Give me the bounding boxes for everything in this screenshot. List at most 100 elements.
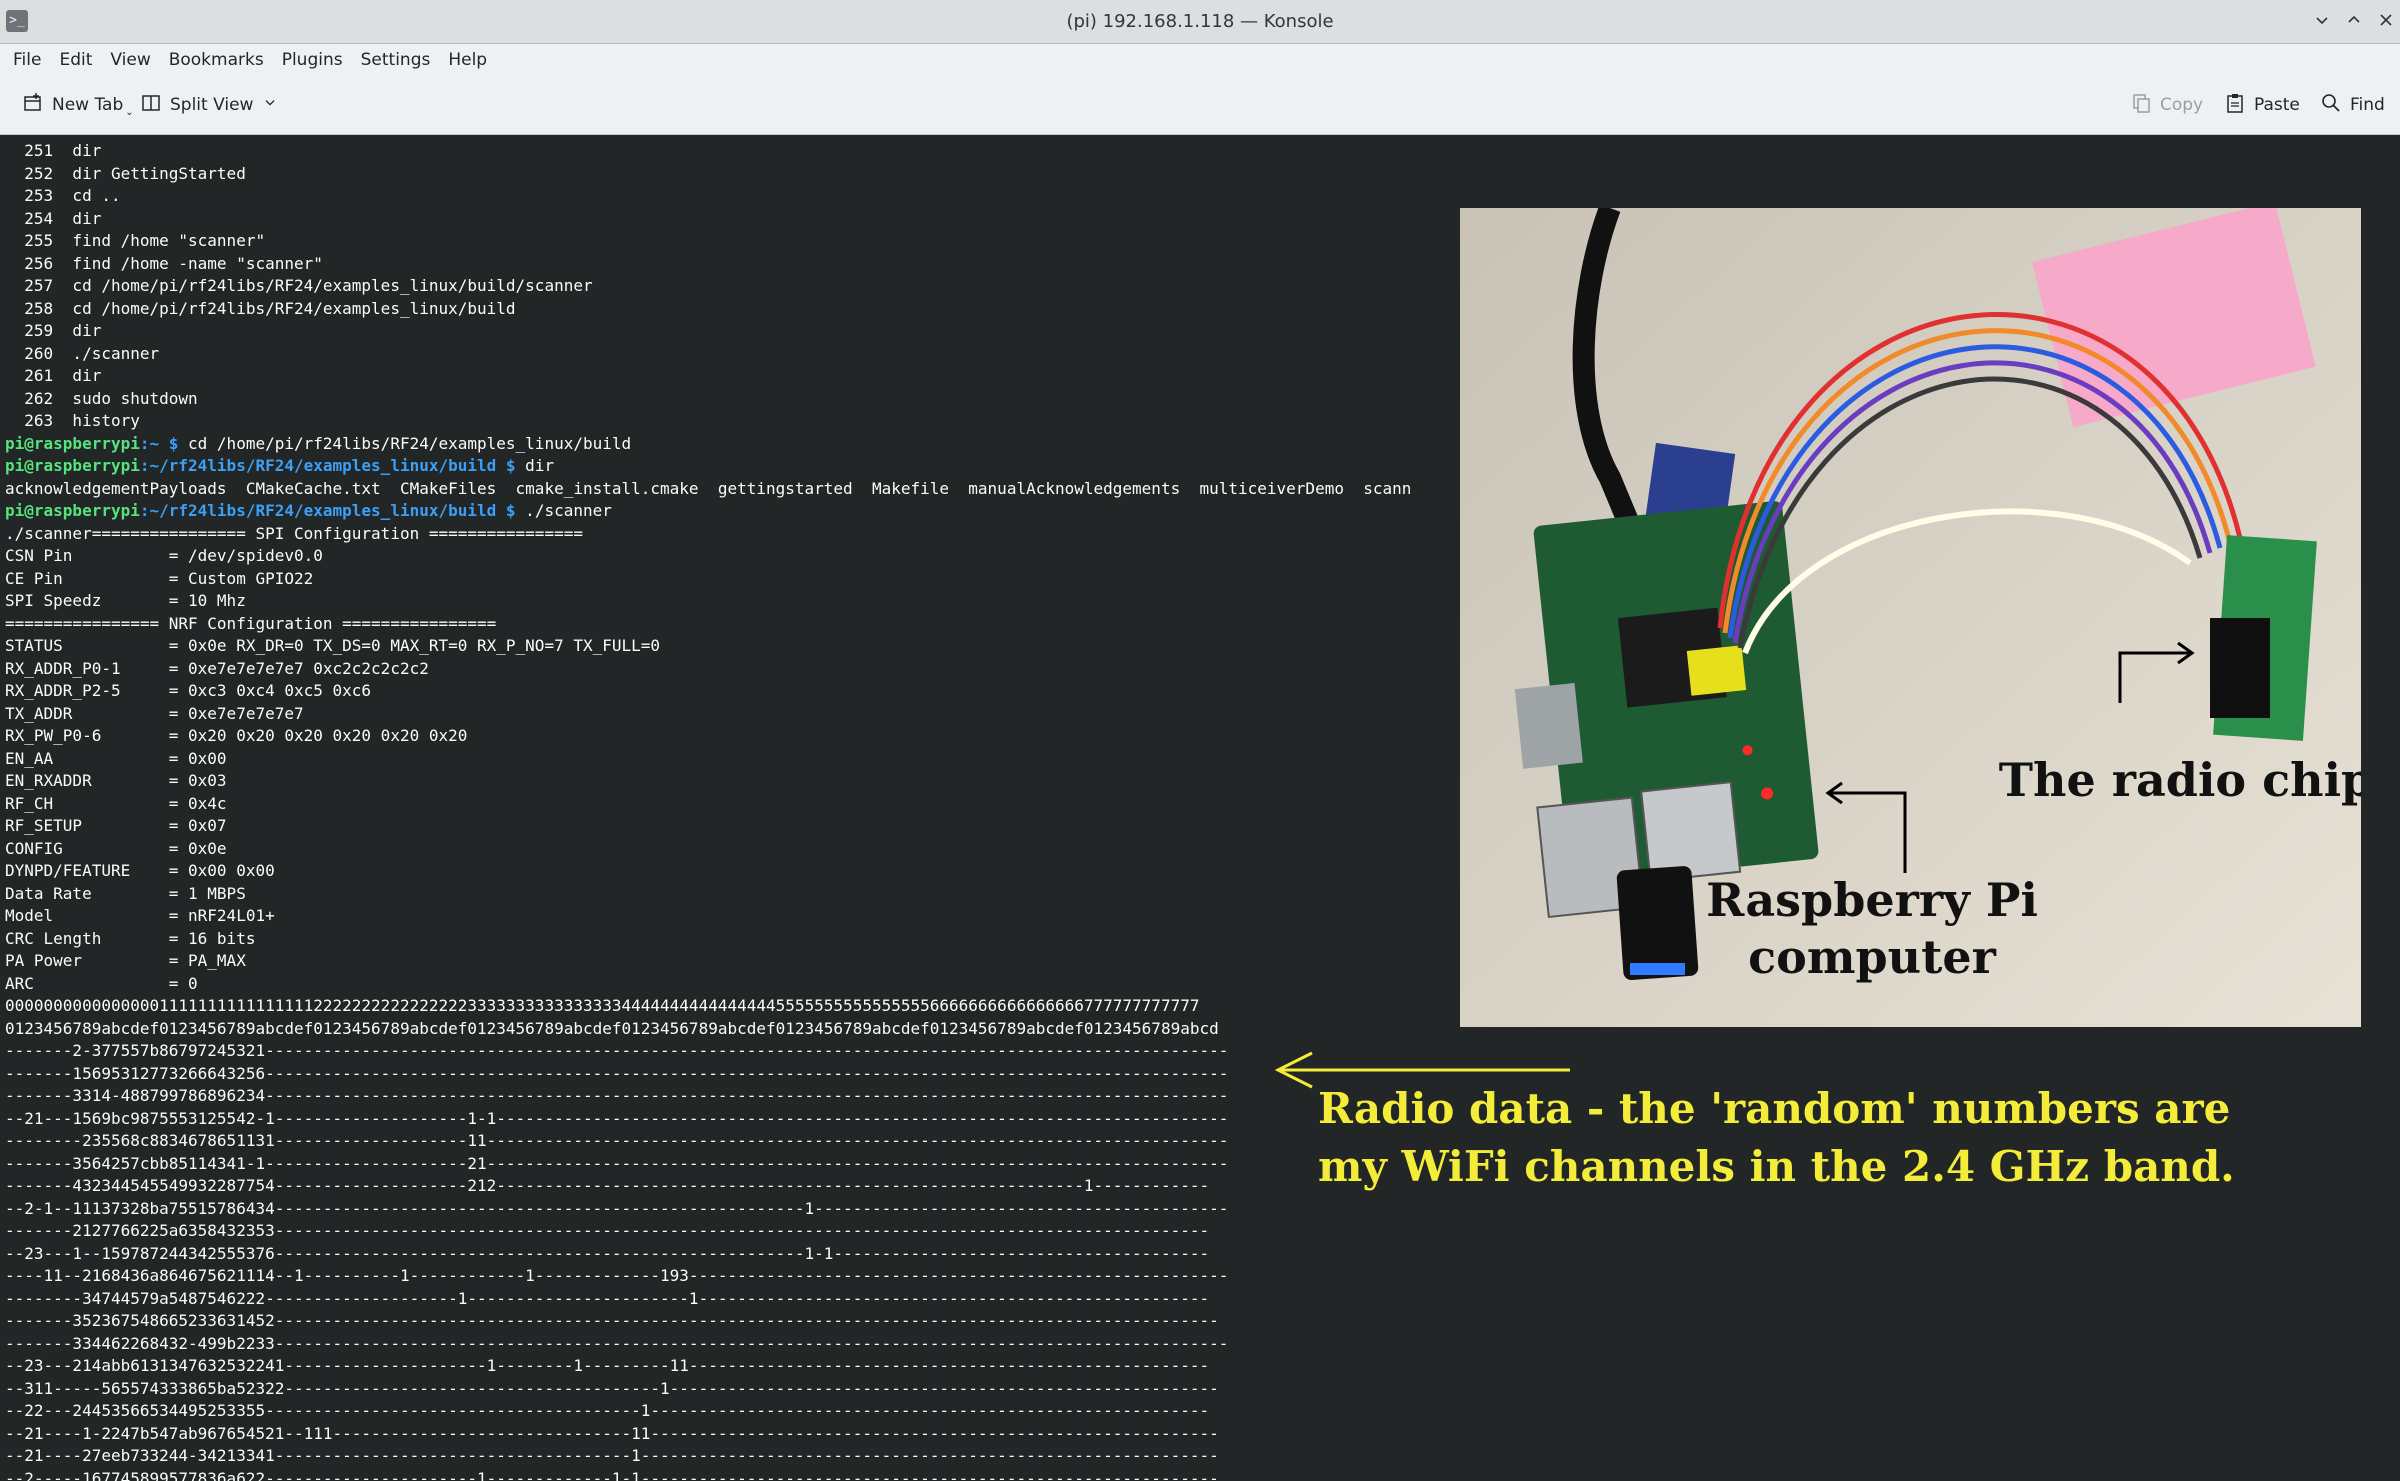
copy-label: Copy: [2160, 95, 2204, 115]
scan-output-line: --------235568c8834678651131------------…: [5, 1131, 1229, 1150]
toolbar: New Tab ⌄ Split View Copy Paste Find: [0, 76, 2400, 135]
config-line: TX_ADDR = 0xe7e7e7e7e7: [5, 703, 304, 723]
raspberry-pi-label-line2: computer: [1748, 930, 1996, 984]
terminal-prompt-line: pi@raspberrypi:~/rf24libs/RF24/examples_…: [5, 500, 1411, 523]
maximize-icon[interactable]: [2346, 12, 2362, 32]
prompt-user: pi@raspberrypi: [5, 501, 140, 520]
config-line: RX_ADDR_P2-5 = 0xc3 0xc4 0xc5 0xc6: [5, 681, 372, 700]
menu-settings[interactable]: Settings: [352, 44, 440, 76]
config-line: Data Rate = 1 MBPS: [5, 883, 246, 903]
config-line: RX_ADDR_P0-1 = 0xe7e7e7e7e7 0xc2c2c2c2c2: [5, 658, 429, 678]
prompt-user: pi@raspberrypi: [5, 456, 140, 475]
scan-output-line: 0123456789abcdef0123456789abcdef01234567…: [5, 1018, 1219, 1038]
history-line: 263 history: [5, 411, 140, 430]
copy-button[interactable]: Copy: [2130, 76, 2203, 134]
scan-output-line: --22---24453566534495253355-------------…: [5, 1401, 1210, 1420]
scan-output-line: --------34744579a5487546222-------------…: [5, 1288, 1210, 1308]
terminal-prompt-line: pi@raspberrypi:~ $ cd /home/pi/rf24libs/…: [5, 433, 1411, 456]
chevron-down-icon[interactable]: [261, 94, 279, 117]
copy-icon: [2130, 92, 2152, 119]
config-line: RX_PW_P0-6 = 0x20 0x20 0x20 0x20 0x20 0x…: [5, 726, 468, 745]
menu-bar: File Edit View Bookmarks Plugins Setting…: [0, 44, 2400, 76]
prompt-user: pi@raspberrypi: [5, 433, 140, 453]
history-line: 255 find /home "scanner": [5, 231, 266, 250]
history-line: 258 cd /home/pi/rf24libs/RF24/examples_l…: [5, 298, 516, 318]
prompt-path: :~ $: [139, 433, 179, 453]
history-line: 257 cd /home/pi/rf24libs/RF24/examples_l…: [5, 276, 593, 295]
scan-output-line: --21----27eeb733244-34213341------------…: [5, 1446, 1219, 1465]
config-line: EN_RXADDR = 0x03: [5, 771, 227, 790]
scan-output-line: ----11--2168436a864675621114--1---------…: [5, 1266, 1229, 1285]
prompt-command: cd /home/pi/rf24libs/RF24/examples_linux…: [178, 433, 632, 453]
prompt-command: ./scanner: [515, 501, 612, 520]
scan-output-line: -------3314-488799786896234-------------…: [5, 1086, 1229, 1105]
history-line: 253 cd ..: [5, 186, 121, 205]
config-line: CONFIG = 0x0e: [5, 838, 227, 858]
config-line: DYNPD/FEATURE = 0x00 0x00: [5, 861, 275, 880]
scan-output-line: -------432344545549932287754------------…: [5, 1176, 1210, 1195]
menu-file[interactable]: File: [4, 44, 50, 76]
history-line: 261 dir: [5, 366, 102, 385]
history-line: 256 find /home -name "scanner": [5, 253, 323, 273]
scan-output-line: --311-----565574333865ba52322-----------…: [5, 1378, 1219, 1398]
config-line: PA Power = PA_MAX: [5, 951, 246, 970]
scan-output-line: --21----1-2247b547ab967654521--111------…: [5, 1423, 1219, 1443]
window-controls: [2314, 0, 2394, 43]
history-line: 259 dir: [5, 321, 102, 340]
prompt-path: :~/rf24libs/RF24/examples_linux/build $: [139, 456, 516, 475]
radio-chip-label: The radio chip: [1998, 753, 2361, 807]
config-line: CE Pin = Custom GPIO22: [5, 568, 314, 588]
history-line: 260 ./scanner: [5, 343, 160, 363]
search-icon: [2320, 92, 2342, 119]
history-line: 251 dir: [5, 141, 102, 160]
config-line: CRC Length = 16 bits: [5, 928, 256, 948]
new-tab-label: New Tab: [52, 95, 124, 115]
scan-output-line: -------3564257cbb85114341-1-------------…: [5, 1153, 1229, 1173]
history-line: 262 sudo shutdown: [5, 388, 198, 408]
scan-output-line: -------334462268432-499b2233------------…: [5, 1333, 1229, 1353]
paste-icon: [2224, 92, 2246, 119]
close-icon[interactable]: [2378, 12, 2394, 32]
split-view-label: Split View: [170, 95, 254, 115]
find-label: Find: [2350, 95, 2385, 115]
config-line: STATUS = 0x0e RX_DR=0 TX_DS=0 MAX_RT=0 R…: [5, 636, 661, 655]
scan-output-line: -------2127766225a6358432353------------…: [5, 1221, 1210, 1240]
annotation-line2: my WiFi channels in the 2.4 GHz band.: [1318, 1142, 2235, 1191]
config-line: ./scanner================ SPI Configurat…: [5, 523, 583, 543]
terminal-prompt-line: pi@raspberrypi:~/rf24libs/RF24/examples_…: [5, 455, 1411, 478]
scan-output-line: --23---1--159787244342555376------------…: [5, 1243, 1210, 1263]
menu-edit[interactable]: Edit: [50, 44, 101, 76]
prompt-command: dir: [515, 456, 555, 475]
config-line: ================ NRF Configuration =====…: [5, 613, 497, 633]
minimize-icon[interactable]: [2314, 12, 2330, 32]
scan-output-line: --2-1--11137328ba75515786434------------…: [5, 1198, 1229, 1218]
new-tab-button[interactable]: New Tab ⌄: [22, 76, 134, 134]
menu-bookmarks[interactable]: Bookmarks: [160, 44, 273, 76]
prompt-path: :~/rf24libs/RF24/examples_linux/build $: [139, 501, 516, 520]
config-line: CSN Pin = /dev/spidev0.0: [5, 546, 323, 565]
scan-output-line: -------2-377557b86797245321-------------…: [5, 1041, 1229, 1060]
config-line: RF_CH = 0x4c: [5, 793, 227, 813]
history-line: 252 dir GettingStarted: [5, 163, 246, 183]
terminal-view[interactable]: 251 dir 252 dir GettingStarted 253 cd ..…: [0, 135, 2400, 1481]
split-view-icon: [140, 92, 162, 119]
paste-button[interactable]: Paste: [2224, 76, 2300, 134]
scan-output-line: -------352367548665233631452------------…: [5, 1311, 1219, 1330]
scan-output-line: --23---214abb6131347632532241-----------…: [5, 1356, 1210, 1375]
scan-output-line: --21---1569bc9875553125542-1------------…: [5, 1108, 1229, 1128]
menu-help[interactable]: Help: [439, 44, 496, 76]
raspberry-pi-label-line1: Raspberry Pi: [1706, 873, 2038, 927]
find-button[interactable]: Find: [2320, 76, 2385, 134]
annotation-text: Radio data - the 'random' numbers are my…: [1318, 1080, 2235, 1196]
terminal-output: 251 dir 252 dir GettingStarted 253 cd ..…: [5, 140, 1411, 1481]
menu-view[interactable]: View: [101, 44, 159, 76]
scan-output-line: --2-----167745899577836a622-------------…: [5, 1468, 1219, 1481]
scan-output-line: -------15695312773266643256-------------…: [5, 1063, 1229, 1083]
new-tab-menu-indicator: ⌄: [125, 106, 134, 118]
new-tab-icon: [22, 92, 44, 119]
annotation-line1: Radio data - the 'random' numbers are: [1318, 1084, 2231, 1133]
split-view-button[interactable]: Split View: [140, 76, 279, 134]
config-line: SPI Speedz = 10 Mhz: [5, 591, 246, 610]
history-line: 254 dir: [5, 208, 102, 228]
menu-plugins[interactable]: Plugins: [273, 44, 352, 76]
